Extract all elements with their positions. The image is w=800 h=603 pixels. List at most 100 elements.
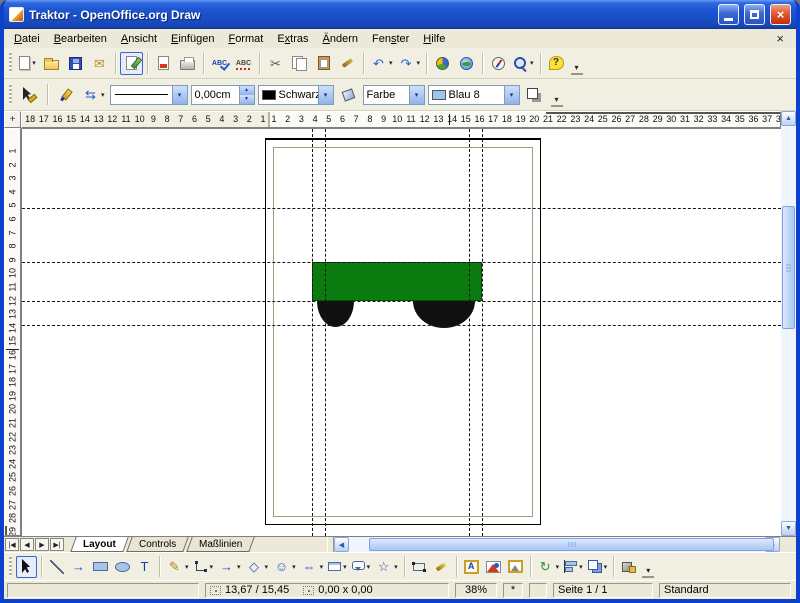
export-pdf-button[interactable] (152, 52, 175, 75)
horizontal-ruler[interactable]: 1817161514131211109876543211234567891011… (21, 111, 781, 128)
tab-nav-button-3[interactable]: ▶ (35, 538, 49, 551)
redo-dropdown-icon[interactable]: ▾ (417, 59, 421, 67)
fontwork-button[interactable]: A (461, 556, 482, 578)
undo-button[interactable]: ↶▾ (368, 52, 395, 75)
basic-shapes-dropdown-icon[interactable]: ▾ (265, 563, 269, 571)
draw-app-icon[interactable] (9, 7, 24, 22)
menu-datei[interactable]: Datei (7, 31, 47, 47)
connector-tool[interactable]: ▾ (192, 556, 216, 578)
fill-color-combo[interactable]: Blau 8▾ (428, 85, 520, 105)
status-style-field[interactable]: Standard (659, 583, 791, 598)
stars-tool[interactable]: ☆▾ (373, 556, 400, 578)
select-tool[interactable] (16, 556, 37, 578)
help-button[interactable]: ? (545, 52, 568, 75)
tab-controls[interactable]: Controls (126, 537, 189, 552)
email-button[interactable]: ✉ (88, 52, 111, 75)
drawing-canvas[interactable] (21, 128, 781, 536)
undo-dropdown-icon[interactable]: ▾ (389, 59, 393, 67)
callouts-dropdown-icon[interactable]: ▾ (367, 563, 371, 571)
ruler-origin-button[interactable]: + (4, 111, 21, 128)
menu-bearbeiten[interactable]: Bearbeiten (47, 31, 114, 47)
flowchart-tool[interactable]: ▾ (326, 556, 349, 578)
toolbar-overflow-button[interactable]: ▾ (642, 565, 654, 578)
zoom-dropdown-icon[interactable]: ▾ (530, 59, 534, 67)
gluepoints-tool[interactable] (431, 556, 452, 578)
scrollbar-splitter[interactable] (327, 537, 334, 552)
new-dropdown-icon[interactable]: ▾ (32, 59, 36, 67)
cut-button[interactable]: ✂ (264, 52, 287, 75)
line-color-combo[interactable]: Schwarz▾ (258, 85, 334, 105)
snap-guide-vertical-2[interactable] (325, 129, 326, 536)
vertical-scroll-thumb[interactable] (782, 206, 795, 329)
alignment-dropdown-icon[interactable]: ▾ (579, 563, 583, 571)
toolbar-grip[interactable] (9, 557, 12, 577)
vertical-ruler[interactable]: 1234567891011121314151617181920212223242… (4, 128, 21, 536)
print-button[interactable] (176, 52, 199, 75)
block-arrows-tool[interactable]: ⇔▾ (299, 556, 326, 578)
line-color-combo-arrow-icon[interactable]: ▾ (318, 86, 333, 104)
insert-chart-button[interactable] (431, 52, 454, 75)
gallery-frame-button[interactable] (505, 556, 526, 578)
menu-fenster[interactable]: Fenster (365, 31, 416, 47)
edit-points-button[interactable] (18, 83, 41, 106)
block-arrows-dropdown-icon[interactable]: ▾ (320, 563, 324, 571)
snap-guide-vertical-4[interactable] (482, 129, 483, 536)
status-position-size-field[interactable]: 13,67 / 15,45 0,00 x 0,00 (205, 583, 449, 598)
line-style-combo[interactable]: ▾ (110, 85, 188, 105)
auto-spellcheck-button[interactable]: ABC (232, 52, 255, 75)
horizontal-scroll-thumb[interactable] (369, 538, 774, 551)
vertical-scrollbar[interactable]: ▲ ▼ (781, 111, 796, 536)
close-button[interactable]: × (770, 4, 791, 25)
copy-button[interactable] (288, 52, 311, 75)
arrow-tool[interactable]: → (68, 556, 89, 578)
area-dialog-button[interactable] (337, 83, 360, 106)
tab-nav-button-1[interactable]: |◀ (5, 538, 19, 551)
interaction-button[interactable] (618, 556, 639, 578)
tab-maßlinien[interactable]: Maßlinien (186, 537, 255, 552)
scroll-up-button[interactable]: ▲ (781, 111, 796, 126)
basic-shapes-tool[interactable]: ◇▾ (244, 556, 271, 578)
line-tool[interactable] (46, 556, 67, 578)
snap-guide-horizontal-3[interactable] (22, 301, 781, 302)
menu-ansicht[interactable]: Ansicht (114, 31, 164, 47)
vertical-scroll-track[interactable] (781, 126, 796, 521)
ellipse-tool[interactable] (112, 556, 133, 578)
arrange-button[interactable]: ▾ (586, 556, 610, 578)
tab-nav-button-4[interactable]: ▶| (50, 538, 64, 551)
text-tool[interactable]: T (134, 556, 155, 578)
tab-nav-button-2[interactable]: ◀ (20, 538, 34, 551)
snap-guide-vertical-1[interactable] (312, 129, 313, 536)
points-tool[interactable] (409, 556, 430, 578)
title-bar[interactable]: Traktor - OpenOffice.org Draw × (4, 0, 796, 29)
toolbar-grip[interactable] (9, 53, 12, 73)
menu-hilfe[interactable]: Hilfe (416, 31, 452, 47)
toolbar-overflow-button[interactable]: ▾ (571, 62, 583, 75)
paste-button[interactable] (312, 52, 335, 75)
horizontal-scrollbar[interactable]: ◀ ▶ (334, 537, 780, 552)
minimize-button[interactable] (718, 4, 739, 25)
rotate-dropdown-icon[interactable]: ▾ (556, 563, 560, 571)
line-dialog-button[interactable] (54, 83, 77, 106)
save-button[interactable] (64, 52, 87, 75)
arrow-style-button[interactable]: ⇆▾ (80, 83, 107, 106)
status-zoom-field[interactable]: 38% (455, 583, 497, 598)
scroll-down-button[interactable]: ▼ (781, 521, 796, 536)
stars-dropdown-icon[interactable]: ▾ (394, 563, 398, 571)
page[interactable] (265, 138, 541, 525)
callouts-tool[interactable]: ▾ (350, 556, 373, 578)
alignment-button[interactable]: ▾ (562, 556, 585, 578)
shadow-button[interactable] (523, 83, 546, 106)
toolbar-overflow-button[interactable]: ▾ (551, 94, 563, 107)
rotate-tool[interactable]: ↻▾ (535, 556, 562, 578)
spellcheck-button[interactable]: ABC (208, 52, 231, 75)
status-page-field[interactable]: Seite 1 / 1 (553, 583, 653, 598)
curve-tool[interactable]: ✎▾ (164, 556, 191, 578)
zoom-button[interactable]: ▾ (511, 52, 536, 75)
lines-arrows-dropdown-icon[interactable]: ▾ (237, 563, 241, 571)
menu-format[interactable]: Format (221, 31, 270, 47)
line-width-spinner-down[interactable]: ▼ (240, 95, 254, 104)
open-button[interactable] (40, 52, 63, 75)
scroll-left-button[interactable]: ◀ (334, 537, 349, 552)
flowchart-dropdown-icon[interactable]: ▾ (343, 563, 347, 571)
from-file-button[interactable] (483, 556, 504, 578)
